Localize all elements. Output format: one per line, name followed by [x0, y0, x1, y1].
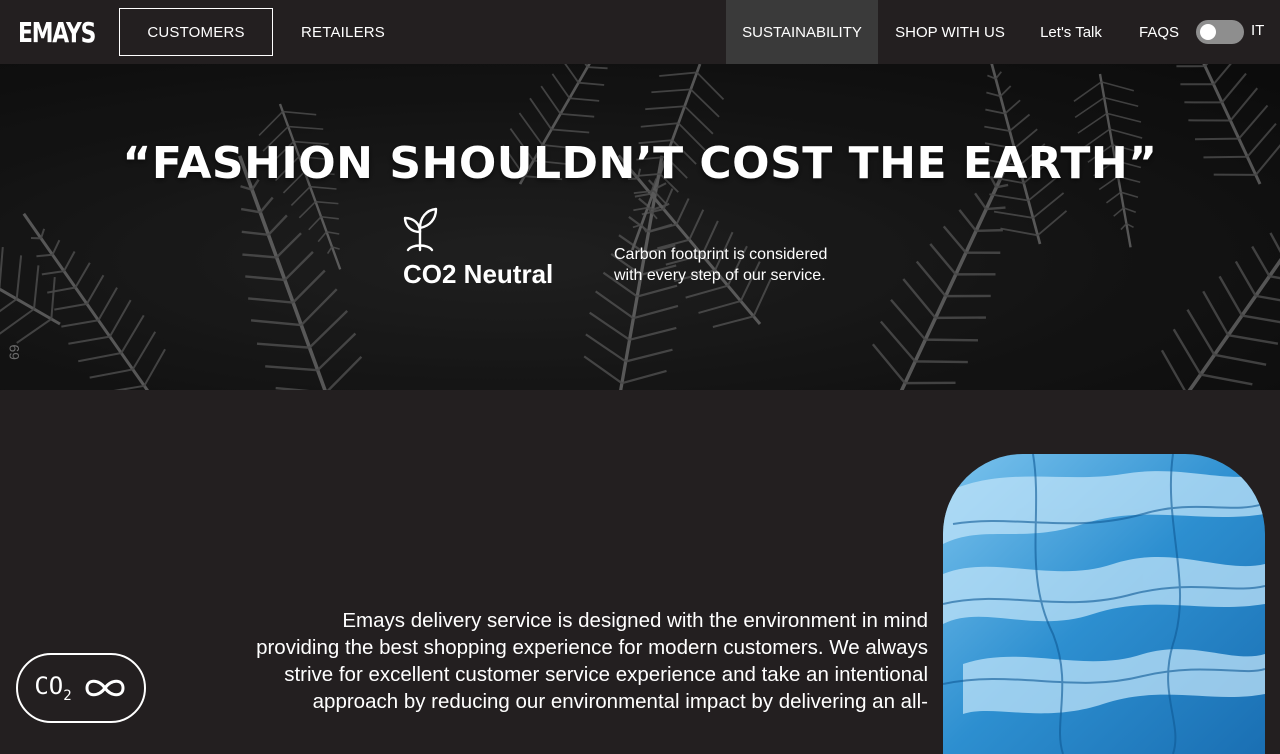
sprout-icon: [403, 207, 438, 252]
glacier-image: [943, 454, 1265, 754]
nav-lets-talk-link[interactable]: Let's Talk: [1026, 0, 1116, 64]
hero-banner: “FASHION SHOULDN’T COST THE EARTH” CO2 N…: [0, 64, 1280, 390]
intro-line-1: Emays delivery service is designed with …: [342, 609, 928, 632]
emays-logo[interactable]: EMAYS: [18, 16, 96, 50]
intro-line-2: providing the best shopping experience f…: [256, 636, 928, 659]
nav-retailers-button[interactable]: RETAILERS: [288, 8, 398, 56]
nav-sustainability-link[interactable]: SUSTAINABILITY: [726, 0, 878, 64]
side-number: 69: [6, 344, 22, 360]
top-navigation: EMAYS CUSTOMERS RETAILERS SUSTAINABILITY…: [0, 0, 1280, 64]
intro-line-3: strive for excellent customer service ex…: [284, 663, 928, 686]
intro-line-4: approach by reducing our environmental i…: [312, 690, 928, 713]
hero-quote-heading: “FASHION SHOULDN’T COST THE EARTH”: [122, 138, 1158, 189]
fern-background-image: [0, 64, 1280, 390]
nav-faqs-link[interactable]: FAQS: [1124, 0, 1194, 64]
intro-paragraph: Emays delivery service is designed with …: [140, 607, 928, 715]
co2-neutral-description: Carbon footprint is considered with ever…: [614, 244, 884, 286]
language-label: IT: [1251, 22, 1265, 39]
nav-shop-with-us-link[interactable]: SHOP WITH US: [880, 0, 1020, 64]
co2-infinity-badge[interactable]: CO2: [16, 653, 146, 723]
nav-customers-button[interactable]: CUSTOMERS: [119, 8, 273, 56]
co2-badge-label: CO2: [34, 672, 72, 704]
description-line-2: with every step of our service.: [614, 267, 826, 284]
language-toggle[interactable]: [1196, 20, 1244, 44]
infinity-icon: [85, 679, 125, 697]
description-line-1: Carbon footprint is considered: [614, 246, 828, 263]
toggle-knob: [1200, 24, 1216, 40]
co2-neutral-title: CO2 Neutral: [403, 259, 554, 289]
